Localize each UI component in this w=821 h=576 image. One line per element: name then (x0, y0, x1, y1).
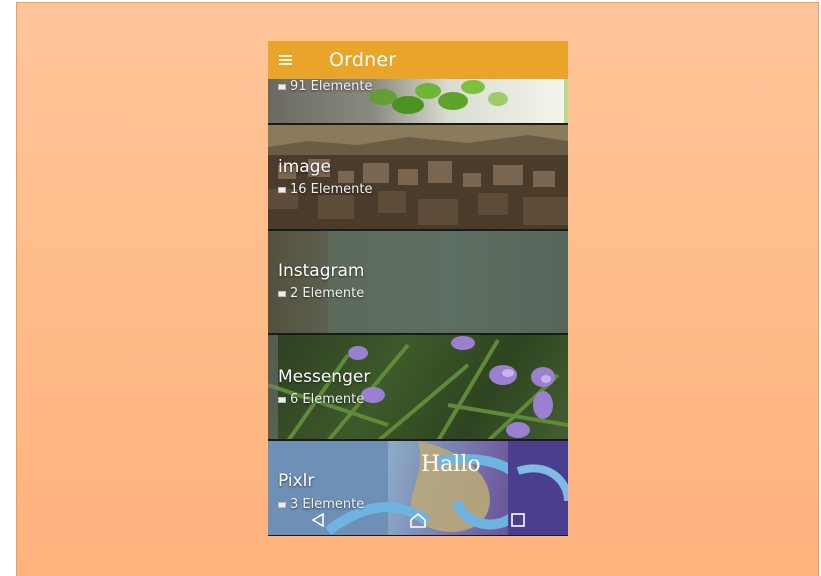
folder-item[interactable]: Messenger 6 Elemente (268, 335, 568, 441)
page-title: Ordner (329, 49, 397, 71)
folder-count-label: 6 Elemente (290, 392, 365, 407)
folder-name: Instagram (278, 261, 365, 281)
home-button[interactable] (398, 504, 438, 536)
image-icon (278, 186, 286, 193)
folder-count: 16 Elemente (278, 182, 373, 197)
back-button[interactable] (298, 504, 338, 536)
image-icon (278, 290, 286, 297)
back-icon (311, 512, 324, 528)
folder-item[interactable]: image 16 Elemente (268, 125, 568, 231)
folder-name: image (278, 157, 331, 177)
folder-thumbnail (268, 335, 568, 439)
phone-screen: Ordner 91 Elemente image 16 Elemente Ins… (268, 41, 568, 536)
folder-name: Pixlr (278, 471, 315, 491)
folder-count-label: 91 Elemente (290, 79, 373, 94)
folder-count: 91 Elemente (278, 79, 373, 94)
folder-item[interactable]: 91 Elemente (268, 79, 568, 125)
hamburger-icon (278, 55, 292, 65)
folder-thumbnail (268, 125, 568, 229)
folder-count-label: 2 Elemente (290, 286, 365, 301)
recents-icon (511, 513, 525, 527)
home-icon (410, 512, 426, 528)
image-icon (278, 396, 286, 403)
image-icon (278, 83, 286, 90)
folder-name: Messenger (278, 367, 371, 387)
folder-count: 2 Elemente (278, 286, 364, 301)
recents-button[interactable] (498, 504, 538, 536)
menu-button[interactable] (268, 41, 302, 79)
folder-thumbnail (268, 231, 328, 333)
system-nav-bar (268, 504, 568, 536)
folder-list: 91 Elemente image 16 Elemente Instagram … (268, 79, 568, 536)
folder-count: 6 Elemente (278, 392, 364, 407)
folder-count-label: 16 Elemente (290, 182, 373, 197)
folder-item[interactable]: Instagram 2 Elemente (268, 231, 568, 335)
app-bar: Ordner (268, 41, 568, 79)
overlay-text: Hallo (421, 452, 481, 477)
